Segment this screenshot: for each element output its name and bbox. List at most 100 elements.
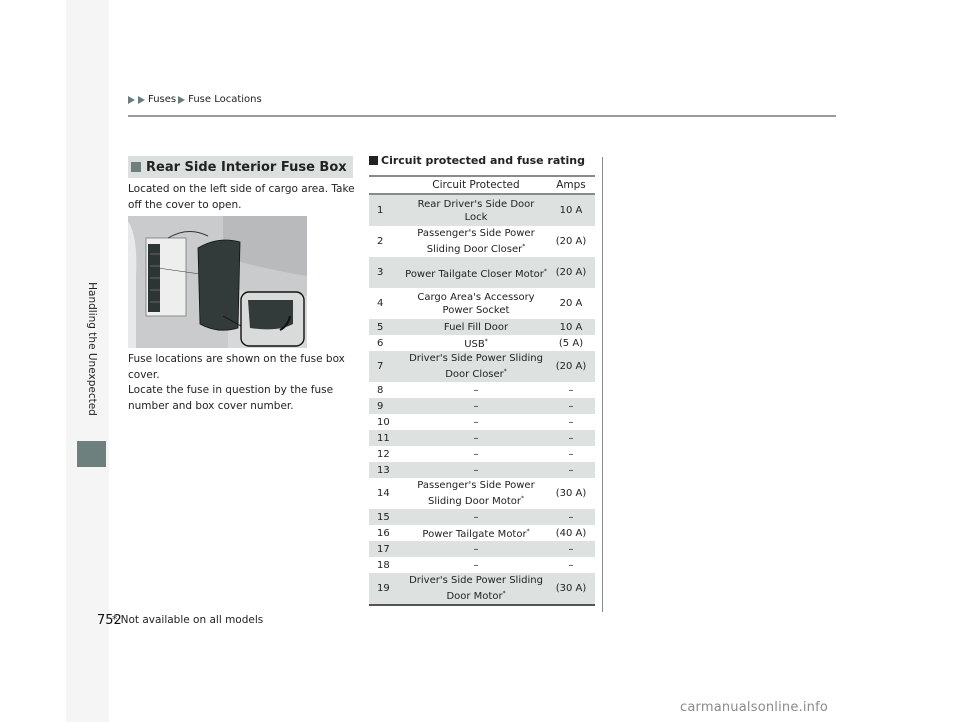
fuse-amps: – [568, 400, 574, 412]
fuse-amps: (40 A) [555, 527, 587, 539]
circuit-name: Fuel Fill Door [443, 321, 509, 333]
fuse-amps: (5 A) [558, 337, 584, 349]
table-row: 3 Power Tailgate Closer Motor* (20 A) [369, 257, 595, 288]
table-row: 7 Driver's Side Power Sliding Door Closer… [369, 351, 595, 382]
circuit-protected: – [405, 509, 547, 525]
fuse-rating-table: Circuit Protected Amps 1 Rear Driver's Si… [369, 175, 595, 606]
fuse-number: 1 [377, 205, 384, 216]
availability-asterisk: * [502, 590, 506, 597]
header-circuit-protected: Circuit Protected [432, 179, 520, 191]
table-row: 5 Fuel Fill Door 10 A [369, 319, 595, 335]
fuse-number: 19 [377, 583, 390, 594]
circuit-name: Passenger's Side Power Sliding Door Clos… [417, 228, 535, 255]
table-row: 14 Passenger's Side Power Sliding Door Mo… [369, 478, 595, 509]
circuit-name: Rear Driver's Side Door Lock [417, 198, 535, 223]
fuse-amps: – [568, 448, 574, 460]
table-header-row: Circuit Protected Amps [369, 176, 595, 194]
breadcrumb-arrow-icon [138, 95, 145, 104]
breadcrumb-item-fuses[interactable]: Fuses [148, 94, 176, 105]
sidebar-section-label-text: Handling the Unexpected [85, 282, 98, 416]
availability-asterisk: * [484, 338, 488, 345]
circuit-name: Driver's Side Power Sliding Door Motor [409, 575, 543, 602]
circuit-name: Power Tailgate Closer Motor [405, 268, 544, 280]
circuit-name: Cargo Area's Accessory Power Socket [417, 291, 535, 316]
circuit-name: – [473, 416, 479, 428]
circuit-protected: Power Tailgate Motor* [405, 525, 547, 541]
fuse-amps: (30 A) [555, 488, 587, 499]
circuit-protected: Fuel Fill Door [405, 319, 547, 335]
fuse-number: 12 [377, 448, 390, 460]
fuse-amps: 20 A [559, 298, 583, 309]
table-row: 2 Passenger's Side Power Sliding Door Clo… [369, 226, 595, 257]
table-row: 10 – – [369, 414, 595, 430]
fuse-table-body: 1 Rear Driver's Side Door Lock 10 A 2 Passen… [369, 194, 595, 605]
table-row: 4 Cargo Area's Accessory Power Socket 20 A [369, 288, 595, 319]
table-row: 8 – – [369, 382, 595, 398]
table-title-text: Circuit protected and fuse rating [381, 154, 585, 167]
footnote: * Not available on all models [112, 614, 264, 626]
circuit-protected: – [405, 462, 547, 478]
table-row: 15 – – [369, 509, 595, 525]
table-row: 11 – – [369, 430, 595, 446]
table-row: 13 – – [369, 462, 595, 478]
circuit-protected: Passenger's Side Power Sliding Door Moto… [405, 478, 547, 509]
breadcrumb: Fuses Fuse Locations [128, 94, 262, 105]
circuit-protected: – [405, 557, 547, 573]
fuse-number: 2 [377, 236, 384, 247]
fuse-amps: – [568, 384, 574, 396]
location-description: Located on the left side of cargo area. … [128, 183, 355, 211]
circuit-name: – [473, 384, 479, 396]
circuit-name: Passenger's Side Power Sliding Door Moto… [417, 480, 535, 507]
table-row: 18 – – [369, 557, 595, 573]
circuit-protected: USB* [405, 335, 547, 351]
breadcrumb-arrow-icon [128, 95, 135, 104]
breadcrumb-arrow-icon [178, 95, 186, 104]
table-row: 17 – – [369, 541, 595, 557]
table-row: 16 Power Tailgate Motor* (40 A) [369, 525, 595, 541]
fuse-number: 16 [377, 527, 390, 539]
header-amps: Amps [556, 179, 586, 191]
fuse-number: 4 [377, 298, 384, 309]
fuse-box-cover [197, 239, 241, 331]
table-row: 6 USB* (5 A) [369, 335, 595, 351]
availability-asterisk: * [526, 528, 530, 535]
availability-asterisk: * [522, 243, 526, 250]
circuit-name: – [473, 448, 479, 460]
table-row: 12 – – [369, 446, 595, 462]
fuse-number: 18 [377, 559, 390, 571]
section-heading: Rear Side Interior Fuse Box [128, 156, 353, 178]
circuit-name: – [473, 400, 479, 412]
fuse-amps: 10 A [559, 321, 583, 333]
fuse-number: 8 [377, 384, 384, 396]
circuit-protected: – [405, 382, 547, 398]
circuit-protected: – [405, 414, 547, 430]
circuit-protected: – [405, 398, 547, 414]
fuse-amps: – [568, 559, 574, 571]
header-number [369, 176, 405, 194]
table-row: 19 Driver's Side Power Sliding Door Motor… [369, 573, 595, 605]
fuse-amps: – [568, 543, 574, 555]
fuse-number: 3 [377, 267, 384, 278]
watermark: carmanualsonline.info [680, 700, 829, 715]
circuit-protected: – [405, 541, 547, 557]
heading-square-icon [131, 162, 141, 172]
breadcrumb-item-fuse-locations[interactable]: Fuse Locations [188, 94, 262, 105]
availability-asterisk: * [543, 267, 547, 275]
section-heading-text: Rear Side Interior Fuse Box [146, 159, 347, 175]
instruction-line-2: Locate the fuse in question by the fuse … [128, 384, 334, 412]
fuse-amps: (20 A) [555, 267, 587, 278]
title-square-icon [369, 156, 378, 165]
availability-asterisk: * [521, 495, 525, 502]
availability-asterisk: * [503, 368, 507, 375]
fuse-box-illustration [128, 216, 307, 348]
circuit-name: – [473, 432, 479, 444]
fuse-number: 11 [377, 432, 390, 444]
fuse-number: 13 [377, 464, 390, 476]
sidebar-section-tab[interactable] [77, 441, 106, 467]
circuit-protected: – [405, 446, 547, 462]
fuse-amps: – [568, 416, 574, 428]
fuse-amps: – [568, 464, 574, 476]
circuit-name: – [473, 511, 479, 523]
fuse-number: 6 [377, 337, 384, 349]
fuse-number: 15 [377, 511, 390, 523]
